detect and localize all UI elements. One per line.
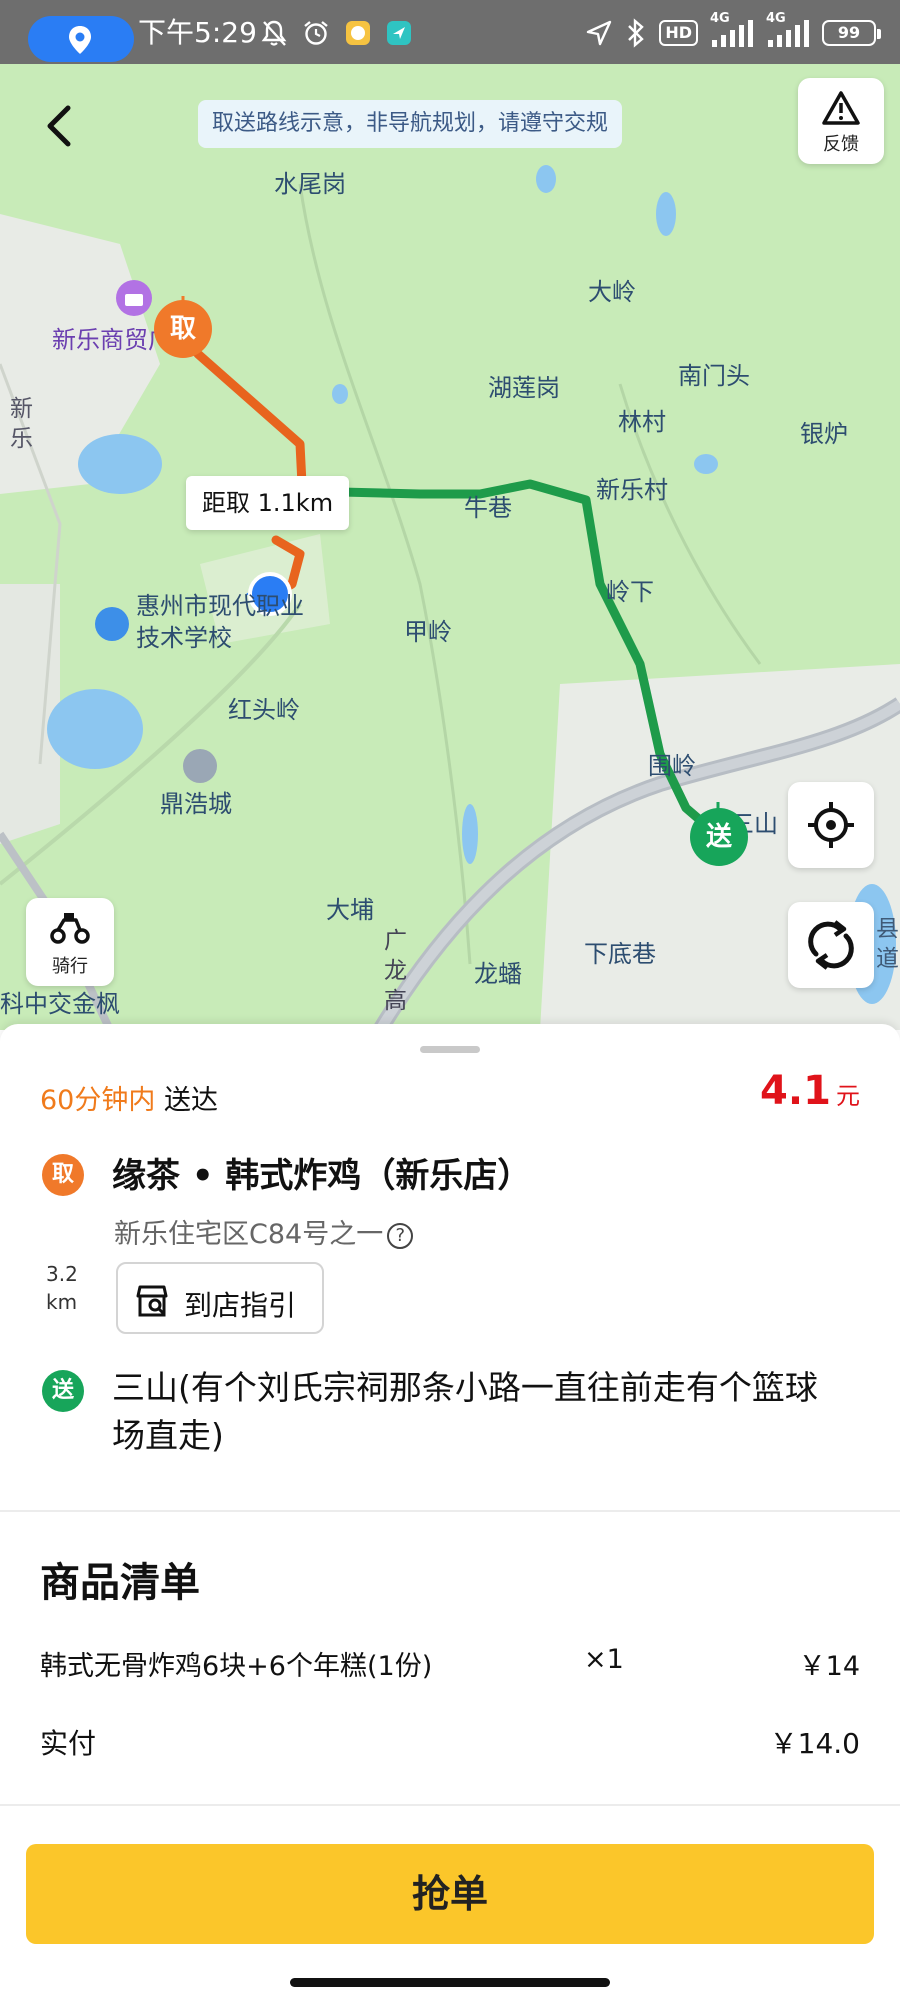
locate-button[interactable] (788, 782, 874, 868)
goods-list-title: 商品清单 (40, 1560, 200, 1606)
map-label-shuiweigang: 水尾岗 (274, 170, 346, 198)
back-button[interactable] (38, 96, 82, 156)
help-icon[interactable]: ? (387, 1223, 414, 1249)
chevron-left-icon (47, 105, 71, 147)
store-guide-button[interactable]: 到店指引 (116, 1262, 324, 1334)
riding-mode-button[interactable]: 骑行 (26, 898, 114, 986)
goods-item-price: ￥14 (798, 1651, 860, 1682)
bell-muted-icon (261, 20, 287, 46)
map-label-xiadiwei: 下底巷 (584, 940, 656, 968)
section-divider (0, 1510, 900, 1512)
order-fee: 4.1 元 (760, 1068, 860, 1114)
delivery-eta: 60分钟内 送达 (40, 1078, 218, 1117)
map-label-dabu: 大埔 (326, 896, 374, 924)
location-pill[interactable] (28, 16, 134, 62)
map-label-road-right: 县道 (876, 916, 899, 972)
route-notice: 取送路线示意，非导航规划，请遵守交规 (198, 100, 623, 148)
distance-unit: km (46, 1290, 78, 1314)
pickup-pin[interactable]: 取 (154, 300, 212, 358)
status-icons-right: HD 4G 4G 99 (585, 12, 881, 50)
feedback-label: 反馈 (823, 134, 859, 155)
goods-item-qty: ×1 (584, 1644, 624, 1675)
paid-label: 实付 (40, 1727, 97, 1760)
fee-unit: 元 (836, 1082, 860, 1110)
status-time: 下午5:29 (138, 16, 257, 49)
feedback-button[interactable]: 反馈 (798, 78, 884, 164)
fee-amount: 4.1 (760, 1068, 831, 1114)
section-divider (0, 1804, 900, 1806)
map-label-daling: 大岭 (588, 278, 636, 306)
location-pin-icon (69, 26, 91, 54)
bluetooth-icon (628, 18, 645, 48)
network-type-1: 4G (710, 11, 730, 26)
sheet-drag-handle[interactable] (420, 1046, 480, 1053)
dropoff-pin[interactable]: 送 (690, 808, 748, 866)
distance-to-pickup-tag: 距取 1.1km (186, 476, 350, 530)
scooter-icon (50, 913, 90, 944)
warning-triangle-icon (822, 91, 860, 125)
grab-order-button[interactable]: 抢单 (26, 1844, 874, 1944)
route-distance: 3.2 km (46, 1260, 78, 1316)
home-indicator[interactable] (290, 1978, 610, 1987)
gps-arrow-icon (587, 20, 612, 46)
map-label-xinle-road: 新乐 (10, 396, 33, 452)
delivery-badge: 送 (42, 1370, 84, 1412)
status-bar: 下午5:29 HD 4G 4G 99 (0, 0, 900, 64)
goods-item-name: 韩式无骨炸鸡6块+6个年糕(1份) (40, 1651, 433, 1682)
paid-value: ￥14.0 (769, 1727, 860, 1760)
crosshair-icon (808, 802, 854, 848)
hd-badge: HD (659, 20, 698, 46)
riding-label: 骑行 (52, 956, 88, 977)
store-guide-label: 到店指引 (184, 1289, 297, 1322)
pickup-badge: 取 (42, 1154, 84, 1196)
map-label-lingxia: 岭下 (606, 578, 654, 606)
status-icons-left (260, 18, 412, 48)
map-label-xinlecun: 新乐村 (596, 476, 668, 504)
eta-suffix: 送达 (163, 1085, 218, 1116)
shop-address: 新乐住宅区C84号之一? (114, 1212, 414, 1251)
signal-1: 4G (710, 12, 754, 48)
battery-indicator: 99 (822, 20, 881, 46)
map-label-hongtouling: 红头岭 (228, 696, 300, 724)
eta-time: 60分钟内 (40, 1085, 156, 1116)
map-label-hulianggang: 湖莲岗 (488, 374, 560, 402)
map-label-school: 惠州市现代职业技术学校 (136, 592, 304, 652)
order-sheet: 60分钟内 送达 4.1 元 取 缘茶 • 韩式炸鸡（新乐店） 新乐住宅区C84… (0, 1024, 900, 2000)
map-label-linchun: 林村 (618, 408, 666, 436)
refresh-route-button[interactable] (788, 902, 874, 988)
map-label-niuxiang: 牛巷 (464, 494, 512, 522)
shop-address-text: 新乐住宅区C84号之一 (114, 1219, 384, 1250)
route-map[interactable]: 水尾岗 新乐商贸广场 新乐 大岭 南门头 湖莲岗 林村 银炉 牛巷 新乐村 岭下… (0, 64, 900, 1030)
map-label-kejiao: 科中交金枫 (0, 990, 120, 1018)
app-notification-icon (346, 21, 370, 45)
map-label-guanglong: 广龙高 (384, 928, 407, 1014)
shop-name: 缘茶 • 韩式炸鸡（新乐店） (112, 1156, 532, 1196)
map-label-jialing: 甲岭 (404, 618, 452, 646)
signal-2: 4G (766, 12, 810, 48)
map-label-yinlu: 银炉 (800, 420, 848, 448)
map-label-nanmentou: 南门头 (678, 362, 750, 390)
navigation-app-icon (387, 21, 411, 45)
alarm-icon (304, 21, 328, 45)
map-label-weiling: 围岭 (648, 752, 696, 780)
refresh-icon (808, 920, 854, 970)
delivery-address: 三山(有个刘氏宗祠那条小路一直往前走有个篮球场直走) (112, 1368, 818, 1455)
distance-value: 3.2 (46, 1262, 78, 1286)
map-canvas (0, 165, 900, 1030)
store-icon (136, 1285, 168, 1317)
network-type-2: 4G (766, 11, 786, 26)
map-label-longfan: 龙蟠 (474, 960, 522, 988)
map-label-dinghaocheng: 鼎浩城 (160, 790, 232, 818)
